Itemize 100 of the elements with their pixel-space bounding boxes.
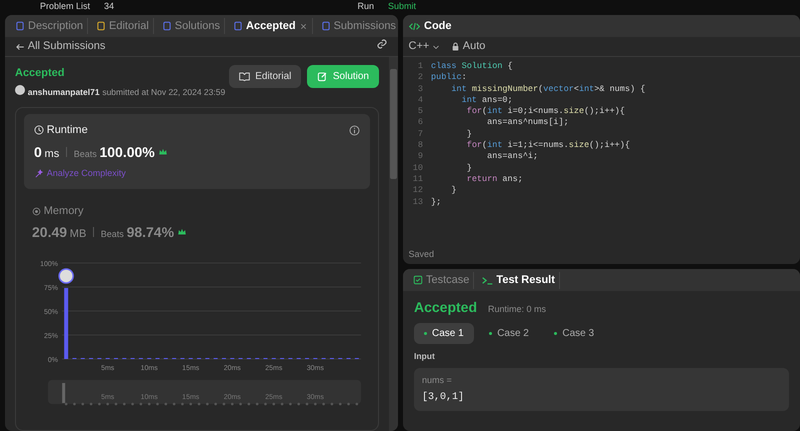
overview-dot <box>164 402 168 406</box>
overview-dot <box>140 402 142 406</box>
run-button[interactable]: Run <box>357 0 374 12</box>
overview-dot <box>356 402 358 406</box>
runtime-beats-percent: 100.00% <box>99 143 155 162</box>
overview-dot <box>256 402 258 406</box>
status-text: Accepted <box>15 66 66 81</box>
overview-dot <box>206 402 209 406</box>
overview-dot <box>314 402 317 406</box>
problem-number: 34 <box>104 0 114 12</box>
link-icon <box>376 38 388 50</box>
overview-dot <box>64 402 68 406</box>
line-number: 3 <box>416 84 424 95</box>
line-number: 6 <box>416 117 424 129</box>
line-number: 10 <box>412 162 424 174</box>
language-dropdown[interactable]: C++ <box>408 38 440 55</box>
scrollbar[interactable] <box>389 57 398 431</box>
all-submissions-link[interactable]: All Submissions <box>15 38 106 55</box>
submit-button[interactable]: Submit <box>388 0 416 12</box>
tab-icon <box>233 21 244 31</box>
panel-tab[interactable]: Editorial <box>92 18 154 34</box>
overview-dot <box>248 402 250 406</box>
input-label: Input <box>414 350 436 363</box>
code-line: }; <box>431 196 442 208</box>
result-tab[interactable]: Test Result <box>478 272 560 289</box>
overview-dot <box>239 402 242 406</box>
overview-dot <box>264 402 267 406</box>
overview-dot <box>172 402 176 406</box>
result-status: Accepted <box>414 298 478 317</box>
line-number: 2 <box>416 72 424 84</box>
checkbox-icon <box>413 275 423 286</box>
code-line: ans=ans^i; <box>486 151 538 163</box>
range-handle[interactable] <box>62 383 66 403</box>
runtime-title: Runtime <box>46 122 88 138</box>
overview-dot <box>81 402 84 406</box>
memory-icon <box>32 206 41 216</box>
line-number: 12 <box>412 185 424 197</box>
avatar-marker <box>58 268 74 284</box>
overview-dot <box>280 402 284 406</box>
memory-title: Memory <box>44 204 84 219</box>
overview-dot <box>272 402 276 406</box>
overview-dot <box>347 402 350 406</box>
line-number: 4 <box>416 94 424 106</box>
case-tab[interactable]: Case 3 <box>544 323 604 344</box>
submitted-time: submitted at Nov 22, 2024 23:59 <box>102 86 226 99</box>
panel-tab[interactable]: Accepted <box>229 18 313 34</box>
variable-name: nums = <box>422 374 453 388</box>
beats-label: Beats <box>100 228 124 241</box>
sparkle-icon <box>34 169 44 179</box>
info-icon <box>349 124 360 136</box>
overview-dot <box>90 402 92 406</box>
overview-dot <box>222 402 226 406</box>
line-number: 7 <box>416 128 424 140</box>
terminal-icon <box>482 274 494 286</box>
code-line: for(int i=1;i<=nums.size();i++){ <box>466 140 630 152</box>
lock-icon <box>451 42 460 51</box>
overview-dot <box>289 402 292 406</box>
overview-dot <box>148 402 150 406</box>
editorial-button[interactable]: Editorial <box>229 65 302 88</box>
overview-dot <box>330 402 334 406</box>
code-line: } <box>466 162 472 174</box>
saved-status: Saved <box>408 248 436 262</box>
book-icon <box>239 71 250 82</box>
code-line: int ans=0; <box>460 94 513 106</box>
case-tab[interactable]: Case 1 <box>414 323 474 344</box>
tab-icon <box>320 21 331 31</box>
code-line: } <box>450 185 457 197</box>
case-tab[interactable]: Case 2 <box>479 323 539 344</box>
panel-tab[interactable]: Submissions <box>316 18 398 34</box>
line-number: 9 <box>416 151 424 163</box>
overview-dot <box>181 402 184 406</box>
panel-tab[interactable]: Solutions <box>158 18 226 34</box>
chart-overview[interactable] <box>48 380 361 404</box>
panel-tab[interactable]: Description <box>11 18 88 34</box>
line-number: 5 <box>416 106 424 118</box>
code-icon <box>409 20 420 32</box>
runtime-text: Runtime: 0 ms <box>488 302 546 316</box>
code-panel-title: Code <box>424 18 452 34</box>
overview-dot <box>114 402 118 406</box>
overview-dot <box>297 402 300 406</box>
overview-dot <box>306 402 308 406</box>
code-line: return ans; <box>466 174 523 186</box>
beats-label: Beats <box>74 148 97 162</box>
clock-icon <box>34 125 44 135</box>
close-icon[interactable] <box>298 22 308 30</box>
overview-dot <box>73 402 76 406</box>
overview-dot <box>189 402 192 406</box>
tab-icon <box>162 21 172 31</box>
overview-dot <box>322 402 325 406</box>
memory-beats-percent: 98.74% <box>126 223 174 242</box>
overview-dot <box>156 402 159 406</box>
result-tab[interactable]: Testcase <box>409 272 474 289</box>
username-link[interactable]: anshumanpatel71 <box>28 86 100 99</box>
variable-value: [3,0,1] <box>422 390 466 406</box>
tab-icon <box>96 21 106 31</box>
code-line: ans=ans^nums[i]; <box>486 117 569 129</box>
overview-dot <box>106 402 109 406</box>
problem-list-link[interactable]: Problem List <box>40 0 90 12</box>
chevron-down-icon <box>432 42 440 50</box>
overview-dot <box>123 402 126 406</box>
